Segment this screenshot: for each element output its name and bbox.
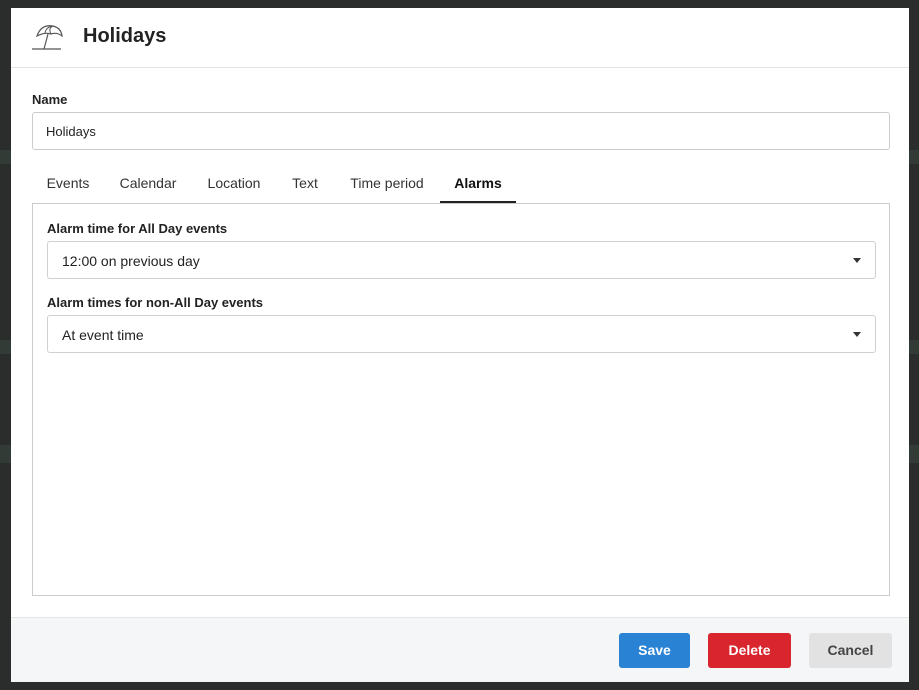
dialog-header: Holidays [11,8,909,68]
all-day-alarm-select[interactable]: 12:00 on previous day [47,241,876,279]
save-button[interactable]: Save [619,633,690,668]
tab-alarms[interactable]: Alarms [440,168,516,203]
tab-events[interactable]: Events [32,168,104,203]
non-all-day-alarm-label: Alarm times for non-All Day events [47,295,263,310]
holiday-dialog: Holidays Name Events Calendar Location T… [11,8,909,682]
chevron-down-icon [853,332,861,337]
dialog-title: Holidays [83,25,167,47]
tab-location[interactable]: Location [194,168,274,203]
name-label: Name [32,92,68,107]
name-input[interactable] [32,112,890,150]
all-day-alarm-value: 12:00 on previous day [62,253,200,269]
all-day-alarm-label: Alarm time for All Day events [47,221,228,236]
tab-text[interactable]: Text [281,168,329,203]
cancel-button[interactable]: Cancel [809,633,892,668]
tab-bar: Events Calendar Location Text Time perio… [32,168,890,204]
chevron-down-icon [853,258,861,263]
delete-button[interactable]: Delete [708,633,791,668]
beach-umbrella-icon [31,22,65,52]
dialog-footer: Save Delete Cancel [11,617,909,682]
non-all-day-alarm-select[interactable]: At event time [47,315,876,353]
tab-calendar[interactable]: Calendar [108,168,188,203]
non-all-day-alarm-value: At event time [62,327,144,343]
tab-time-period[interactable]: Time period [337,168,437,203]
alarms-panel: Alarm time for All Day events 12:00 on p… [32,203,890,596]
